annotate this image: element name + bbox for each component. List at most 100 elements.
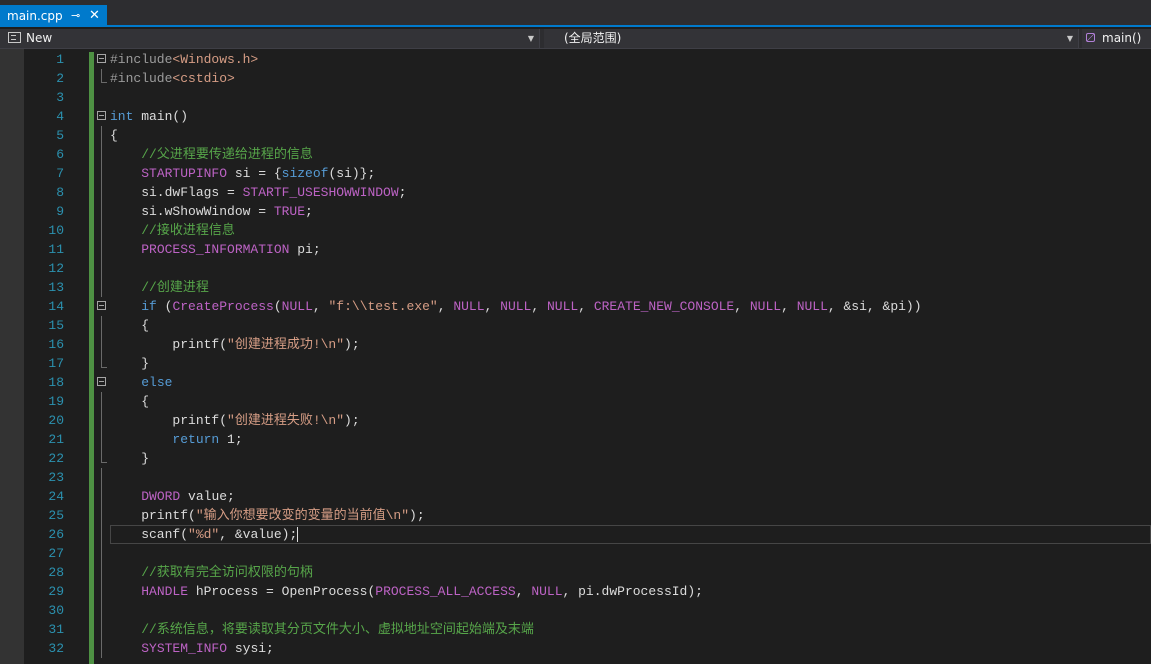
line-number: 28 (48, 565, 64, 580)
code-line[interactable]: 21 return 1; (0, 430, 1151, 449)
pin-icon[interactable]: ⊸ (71, 5, 80, 27)
code-lines[interactable]: 1 #include<Windows.h> 2 #include<cstdio> 3 4 i… (0, 49, 1151, 658)
code-token: 1; (219, 432, 243, 447)
code-line[interactable]: 22 } (0, 449, 1151, 468)
code-token: //获取有完全访问权限的句柄 (141, 565, 313, 580)
project-label: New (26, 31, 53, 45)
code-token: , (312, 299, 329, 314)
code-text: int main() (110, 107, 188, 126)
collapse-icon[interactable] (97, 377, 106, 386)
code-text: SYSTEM_INFO sysi; (110, 639, 274, 658)
code-line[interactable]: 15 { (0, 316, 1151, 335)
code-text: printf("创建进程失败!\n"); (110, 411, 360, 430)
code-token: , pi.dwProcessId); (562, 584, 703, 599)
code-line[interactable]: 24 DWORD value; (0, 487, 1151, 506)
code-text: si.wShowWindow = TRUE; (110, 202, 313, 221)
collapse-icon[interactable] (97, 301, 106, 310)
code-line[interactable]: 13 //创建进程 (0, 278, 1151, 297)
code-line[interactable]: 12 (0, 259, 1151, 278)
line-number: 13 (48, 280, 64, 295)
code-token: "输入你想要改变的变量的当前值\n" (195, 508, 410, 523)
line-number: 21 (48, 432, 64, 447)
line-number: 31 (48, 622, 64, 637)
code-token: STARTF_USESHOWWINDOW (242, 185, 399, 200)
code-text: { (110, 316, 149, 335)
line-number: 25 (48, 508, 64, 523)
code-token: ); (344, 337, 360, 352)
code-token: HANDLE (141, 584, 189, 599)
code-token: , &value); (219, 527, 298, 542)
code-line[interactable]: 1 #include<Windows.h> (0, 50, 1151, 69)
line-number: 16 (48, 337, 64, 352)
code-line[interactable]: 20 printf("创建进程失败!\n"); (0, 411, 1151, 430)
code-line[interactable]: 18 else (0, 373, 1151, 392)
code-line[interactable]: 28 //获取有完全访问权限的句柄 (0, 563, 1151, 582)
code-token: (si)}; (328, 166, 376, 181)
code-line[interactable]: 8 si.dwFlags = STARTF_USESHOWWINDOW; (0, 183, 1151, 202)
code-token: pi; (289, 242, 321, 257)
code-line[interactable]: 2 #include<cstdio> (0, 69, 1151, 88)
code-token: DWORD (141, 489, 181, 504)
code-token: { (110, 394, 150, 409)
project-icon (8, 32, 21, 43)
code-token: PROCESS_INFORMATION (141, 242, 290, 257)
code-token: printf( (110, 413, 228, 428)
code-line[interactable]: 3 (0, 88, 1151, 107)
code-line[interactable]: 23 (0, 468, 1151, 487)
code-line[interactable]: 16 printf("创建进程成功!\n"); (0, 335, 1151, 354)
chevron-down-icon: ▼ (1066, 34, 1073, 43)
code-line[interactable]: 10 //接收进程信息 (0, 221, 1151, 240)
outline-guide (101, 221, 102, 240)
outline-guide (101, 582, 102, 601)
function-dropdown[interactable]: main() (1082, 29, 1151, 48)
outline-guide-end (101, 449, 107, 463)
outline-guide (101, 620, 102, 639)
code-token: else (141, 375, 173, 390)
code-line[interactable]: 19 { (0, 392, 1151, 411)
code-line[interactable]: 30 (0, 601, 1151, 620)
code-text: //父进程要传递给进程的信息 (110, 145, 313, 164)
line-number: 9 (56, 204, 64, 219)
code-line[interactable]: 11 PROCESS_INFORMATION pi; (0, 240, 1151, 259)
code-line[interactable]: 5{ (0, 126, 1151, 145)
code-line[interactable]: 25 printf("输入你想要改变的变量的当前值\n"); (0, 506, 1151, 525)
code-line[interactable]: 27 (0, 544, 1151, 563)
code-line[interactable]: 4 int main() (0, 107, 1151, 126)
project-dropdown[interactable]: New ▼ (0, 29, 540, 48)
code-token: NULL (500, 299, 532, 314)
outline-guide (101, 468, 102, 487)
close-icon[interactable]: ✕ (89, 5, 100, 27)
code-text: STARTUPINFO si = {sizeof(si)}; (110, 164, 375, 183)
code-line[interactable]: 9 si.wShowWindow = TRUE; (0, 202, 1151, 221)
code-line[interactable]: 17 } (0, 354, 1151, 373)
code-text: else (110, 373, 172, 392)
code-token: sizeof (281, 166, 329, 181)
code-token: "f:\\test.exe" (328, 299, 438, 314)
code-text: PROCESS_INFORMATION pi; (110, 240, 321, 259)
code-token: hProcess = OpenProcess( (188, 584, 376, 599)
code-text: { (110, 392, 149, 411)
line-number: 6 (56, 147, 64, 162)
code-token: , (484, 299, 501, 314)
outline-guide (101, 601, 102, 620)
code-editor[interactable]: 1 #include<Windows.h> 2 #include<cstdio> 3 4 i… (0, 49, 1151, 664)
code-line[interactable]: 6 //父进程要传递给进程的信息 (0, 145, 1151, 164)
code-token: //父进程要传递给进程的信息 (141, 147, 313, 162)
code-line[interactable]: 26 scanf("%d", &value); (0, 525, 1151, 544)
scope-dropdown[interactable]: (全局范围) ▼ (544, 29, 1079, 48)
tab-main-cpp[interactable]: main.cpp ⊸ ✕ (0, 5, 107, 27)
collapse-icon[interactable] (97, 54, 106, 63)
code-token: ( (273, 299, 282, 314)
code-line[interactable]: 31 //系统信息，将要读取其分页文件大小、虚拟地址空间起始端及末端 (0, 620, 1151, 639)
code-line[interactable]: 7 STARTUPINFO si = {sizeof(si)}; (0, 164, 1151, 183)
line-number: 11 (48, 242, 64, 257)
collapse-icon[interactable] (97, 111, 106, 120)
code-line[interactable]: 32 SYSTEM_INFO sysi; (0, 639, 1151, 658)
code-line[interactable]: 29 HANDLE hProcess = OpenProcess(PROCESS… (0, 582, 1151, 601)
code-token: ); (344, 413, 360, 428)
code-line[interactable]: 14 if (CreateProcess(NULL, "f:\\test.exe… (0, 297, 1151, 316)
